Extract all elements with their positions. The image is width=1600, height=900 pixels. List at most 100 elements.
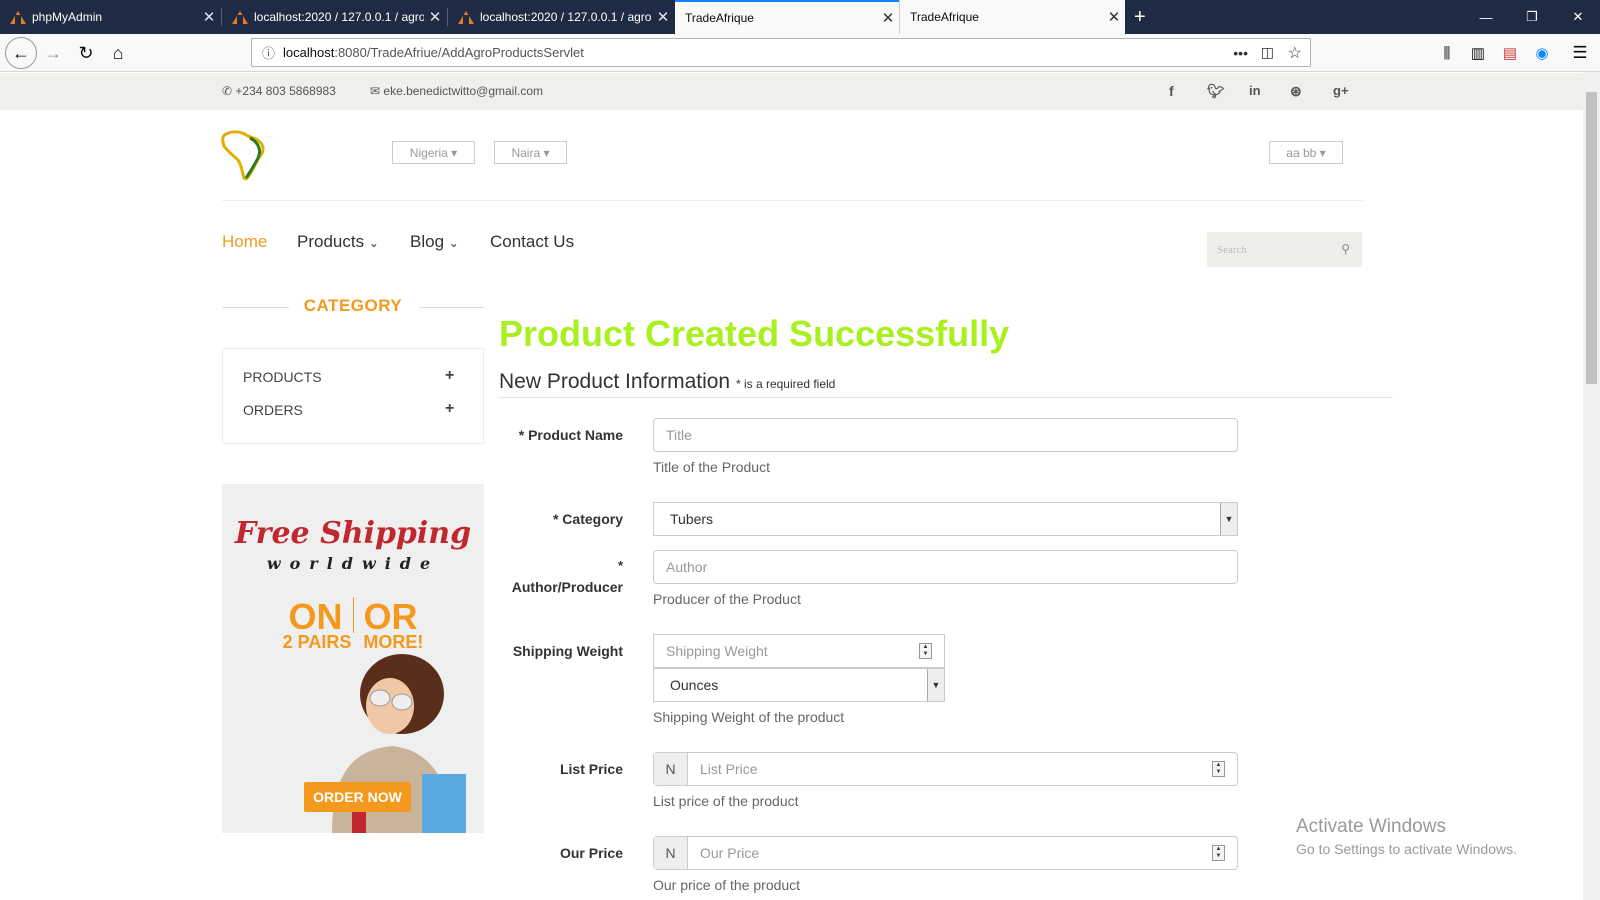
twitter-icon[interactable]: 🐦︎	[1207, 83, 1225, 100]
our-price-label: Our Price	[559, 845, 623, 861]
currency-addon: N	[654, 837, 688, 869]
africa-logo[interactable]	[220, 128, 272, 182]
url-bar[interactable]: ⓘ localhost:8080/TradeAfriue/AddAgroProd…	[251, 38, 1311, 67]
plus-icon[interactable]: +	[445, 367, 454, 385]
currency-select[interactable]: Naira ▾	[494, 141, 567, 164]
list-price-input[interactable]: N List Price ▲ ▼	[653, 752, 1238, 786]
tab-tradeafrique-active[interactable]: TradeAfrique ✕	[675, 0, 899, 34]
info-icon[interactable]: ⓘ	[262, 43, 275, 62]
tab-tradeafrique[interactable]: TradeAfrique ✕	[899, 0, 1125, 34]
product-name-help: Title of the Product	[653, 459, 770, 475]
dribbble-icon[interactable]: ⊛	[1290, 83, 1302, 100]
nav-home[interactable]: Home	[222, 232, 267, 252]
menu-icon[interactable]: ☰	[1565, 38, 1595, 68]
plus-icon[interactable]: +	[445, 400, 454, 418]
category-title: CATEGORY	[303, 296, 403, 315]
success-message: Product Created Successfully	[499, 313, 1010, 354]
list-price-label: List Price	[559, 761, 623, 777]
google-plus-icon[interactable]: g+	[1333, 83, 1349, 98]
nav-blog[interactable]: Blog ⌄	[410, 232, 459, 252]
tab-localhost-1[interactable]: localhost:2020 / 127.0.0.1 / agro ✕	[222, 0, 446, 34]
divider	[499, 397, 1393, 398]
page-actions-icon[interactable]: •••	[1233, 45, 1248, 61]
product-name-label: * Product Name	[518, 427, 623, 443]
linkedin-icon[interactable]: in	[1249, 83, 1261, 98]
category-label: * Category	[552, 511, 623, 527]
close-icon[interactable]: ✕	[1103, 8, 1125, 26]
phpmyadmin-icon	[10, 10, 26, 24]
chevron-down-icon: ⌄	[448, 236, 459, 250]
back-arrow-icon[interactable]: ←	[5, 37, 37, 69]
activate-windows-title: Activate Windows	[1296, 816, 1446, 837]
close-icon[interactable]: ✕	[424, 8, 446, 26]
shipping-weight-input[interactable]: Shipping Weight ▲ ▼	[653, 634, 945, 668]
required-star: *	[617, 558, 623, 573]
our-price-help: Our price of the product	[653, 877, 801, 893]
sidebar-icon[interactable]: ▥	[1463, 38, 1493, 68]
required-note: * is a required field	[735, 377, 836, 391]
caret-down-icon: ▾	[1319, 145, 1326, 160]
dropdown-arrow-icon[interactable]: ▼	[927, 669, 944, 701]
list-price-help: List price of the product	[653, 793, 799, 809]
currency-addon: N	[654, 753, 688, 785]
email[interactable]: ✉ eke.benedictwitto@gmail.com	[370, 84, 543, 98]
tab-localhost-2[interactable]: localhost:2020 / 127.0.0.1 / agro ✕	[448, 0, 674, 34]
close-icon[interactable]: ✕	[877, 9, 899, 27]
category-item-orders[interactable]: ORDERS	[243, 402, 303, 418]
search-icon[interactable]: ⚲	[1341, 242, 1350, 256]
user-select[interactable]: aa bb ▾	[1269, 141, 1343, 164]
nav-contact[interactable]: Contact Us	[490, 232, 574, 252]
forward-arrow-icon[interactable]: →	[38, 38, 68, 68]
bookmark-star-icon[interactable]: ☆	[1288, 43, 1302, 63]
author-input[interactable]: Author	[653, 550, 1238, 584]
phpmyadmin-icon	[232, 10, 248, 24]
window-close-icon[interactable]: ✕	[1555, 0, 1600, 34]
spinner-icon[interactable]: ▲ ▼	[919, 643, 932, 659]
restore-icon[interactable]: ❐	[1509, 0, 1555, 34]
chevron-down-icon: ⌄	[368, 236, 379, 250]
tab-title: localhost:2020 / 127.0.0.1 / agro	[480, 10, 652, 24]
author-label: Author/Producer	[511, 579, 623, 595]
banner-headline: Free Shipping	[234, 516, 472, 551]
banner-pairs: 2 PAIRS MORE!	[282, 632, 424, 652]
facebook-icon[interactable]: f	[1169, 83, 1174, 99]
spinner-icon[interactable]: ▲ ▼	[1212, 761, 1225, 777]
category-item-products[interactable]: PRODUCTS	[243, 369, 322, 385]
tab-title: TradeAfrique	[910, 10, 979, 24]
spinner-icon[interactable]: ▲ ▼	[1212, 845, 1225, 861]
reload-icon[interactable]: ↻	[71, 38, 101, 68]
weight-unit-select[interactable]: Ounces ▼	[653, 668, 945, 702]
banner-subline: worldwide	[266, 554, 440, 573]
dropdown-arrow-icon[interactable]: ▼	[1220, 503, 1237, 535]
nav-products[interactable]: Products ⌄	[297, 232, 379, 252]
tab-title: TradeAfrique	[685, 11, 754, 25]
extension-icon[interactable]: ▤	[1495, 38, 1525, 68]
pocket-icon[interactable]: ◫	[1261, 44, 1274, 61]
home-icon[interactable]: ⌂	[103, 38, 133, 68]
tab-title: phpMyAdmin	[32, 10, 103, 24]
category-select[interactable]: Tubers ▼	[653, 502, 1238, 536]
new-tab-button[interactable]: +	[1128, 0, 1162, 34]
minimize-icon[interactable]: —	[1463, 0, 1509, 34]
category-box	[222, 348, 484, 444]
order-now-button[interactable]: ORDER NOW	[304, 782, 411, 812]
our-price-input[interactable]: N Our Price ▲ ▼	[653, 836, 1238, 870]
caret-down-icon: ▾	[451, 145, 458, 160]
account-icon[interactable]: ◉	[1527, 38, 1557, 68]
country-select[interactable]: Nigeria ▾	[392, 141, 475, 164]
phone-icon: ✆	[222, 84, 233, 98]
close-icon[interactable]: ✕	[652, 8, 674, 26]
close-icon[interactable]: ✕	[198, 8, 220, 26]
scrollbar-thumb[interactable]	[1586, 92, 1597, 384]
divider	[222, 200, 1363, 201]
tab-phpmyadmin[interactable]: phpMyAdmin ✕	[0, 0, 220, 34]
library-icon[interactable]: ⫼	[1432, 38, 1462, 68]
product-name-input[interactable]: Title	[653, 418, 1238, 452]
promo-banner[interactable]: Free Shipping worldwide ON OR 2 PAIRS MORE…	[222, 484, 484, 833]
url-text: localhost:8080/TradeAfriue/AddAgroProduc…	[283, 45, 584, 60]
search-input[interactable]: Search ⚲	[1207, 232, 1362, 267]
caret-down-icon: ▾	[543, 145, 550, 160]
envelope-icon: ✉	[370, 84, 381, 98]
shipping-weight-label: Shipping Weight	[512, 643, 623, 659]
phpmyadmin-icon	[458, 10, 474, 24]
